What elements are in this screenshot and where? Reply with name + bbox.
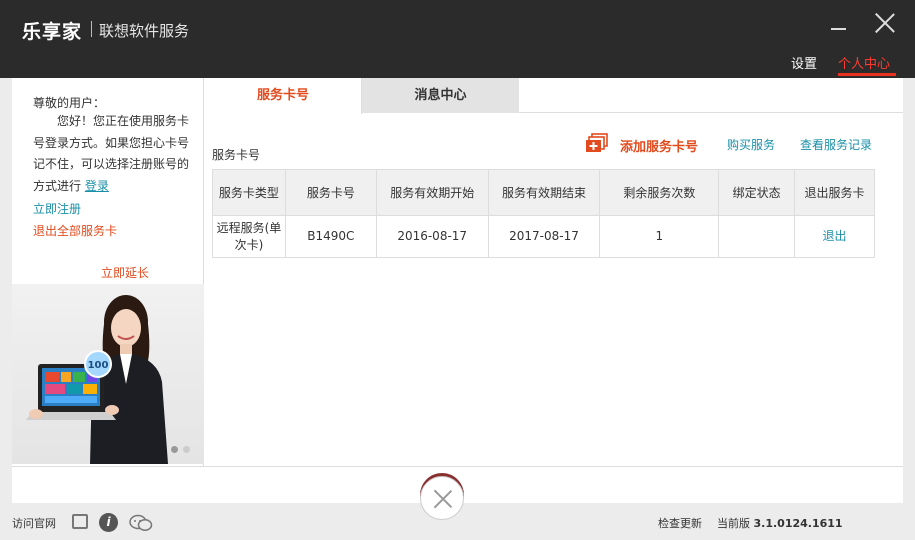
table-row: 远程服务(单次卡) B1490C 2016-08-17 2017-08-17 1… bbox=[212, 215, 875, 258]
buy-service-link[interactable]: 购买服务 bbox=[727, 136, 775, 153]
promo-badge-text: 100 bbox=[88, 360, 109, 371]
sidebar: 尊敬的用户： 您好！您正在使用服务卡号登录方式。如果您担心卡号记不住，可以选择注… bbox=[12, 78, 204, 466]
section-label: 服务卡号 bbox=[212, 148, 261, 162]
greeting-title: 尊敬的用户： bbox=[33, 96, 106, 110]
carousel-dot-2[interactable] bbox=[183, 446, 190, 453]
add-card-button[interactable]: 添加服务卡号 bbox=[620, 136, 698, 155]
greeting-text: 您好！您正在使用服务卡号登录方式。如果您担心卡号记不住，可以选择注册账号的方式进… bbox=[33, 111, 193, 197]
cell-valid-start: 2016-08-17 bbox=[375, 215, 489, 258]
cell-card-type: 远程服务(单次卡) bbox=[212, 215, 286, 258]
login-link[interactable]: 登录 bbox=[85, 179, 109, 193]
close-panel-icon[interactable] bbox=[420, 476, 464, 520]
table-header-row: 服务卡类型 服务卡号 服务有效期开始 服务有效期结束 剩余服务次数 绑定状态 退… bbox=[212, 169, 875, 216]
exit-card-link[interactable]: 退出 bbox=[794, 215, 875, 258]
col-remaining: 剩余服务次数 bbox=[599, 169, 720, 216]
cell-valid-end: 2017-08-17 bbox=[487, 215, 601, 258]
extend-now-link[interactable]: 立即延长 bbox=[101, 264, 149, 281]
visit-site-link[interactable]: 访问官网 bbox=[12, 515, 56, 531]
version-label: 当前版 bbox=[717, 517, 750, 530]
gift-icon[interactable] bbox=[72, 514, 88, 529]
info-icon[interactable]: i bbox=[99, 513, 118, 532]
col-bind-status: 绑定状态 bbox=[718, 169, 796, 216]
title-bar: 乐享家 联想软件服务 设置 个人中心 bbox=[0, 0, 915, 78]
wechat-icon[interactable] bbox=[129, 514, 153, 532]
check-update-link[interactable]: 检查更新 bbox=[658, 515, 702, 531]
minimize-icon[interactable] bbox=[831, 28, 846, 30]
add-card-icon[interactable] bbox=[585, 133, 609, 153]
col-card-type: 服务卡类型 bbox=[212, 169, 286, 216]
exit-all-cards-link[interactable]: 退出全部服务卡 bbox=[33, 222, 117, 239]
main-panel: 尊敬的用户： 您好！您正在使用服务卡号登录方式。如果您担心卡号记不住，可以选择注… bbox=[12, 78, 903, 503]
nav-personal-center[interactable]: 个人中心 bbox=[838, 53, 890, 72]
cell-card-number: B1490C bbox=[284, 215, 377, 258]
version-info: 当前版 3.1.0124.1611 bbox=[717, 515, 843, 531]
register-link[interactable]: 立即注册 bbox=[33, 200, 81, 217]
promo-banner[interactable]: 100 bbox=[12, 284, 204, 464]
promo-illustration: 100 bbox=[26, 295, 168, 464]
version-value: 3.1.0124.1611 bbox=[753, 517, 843, 530]
service-card-table: 服务卡类型 服务卡号 服务有效期开始 服务有效期结束 剩余服务次数 绑定状态 退… bbox=[212, 169, 875, 258]
tab-service-card[interactable]: 服务卡号 bbox=[205, 78, 362, 114]
app-subtitle: 联想软件服务 bbox=[99, 22, 190, 40]
nav-active-underline bbox=[838, 73, 896, 76]
panel-footer-divider bbox=[12, 466, 903, 467]
col-exit-card: 退出服务卡 bbox=[794, 169, 875, 216]
app-logo: 乐享家 bbox=[22, 21, 83, 43]
nav-settings[interactable]: 设置 bbox=[791, 53, 817, 72]
greeting-body: 您好！您正在使用服务卡号登录方式。如果您担心卡号记不住，可以选择注册账号的方式进… bbox=[33, 114, 190, 193]
col-card-number: 服务卡号 bbox=[284, 169, 377, 216]
close-window-icon[interactable] bbox=[872, 10, 898, 36]
cell-bind-status bbox=[718, 215, 796, 258]
cell-remaining: 1 bbox=[599, 215, 720, 258]
title-separator bbox=[91, 21, 92, 37]
col-valid-start: 服务有效期开始 bbox=[375, 169, 489, 216]
view-records-link[interactable]: 查看服务记录 bbox=[800, 136, 872, 153]
col-valid-end: 服务有效期结束 bbox=[487, 169, 601, 216]
carousel-dot-1[interactable] bbox=[171, 446, 178, 453]
tab-bar: 服务卡号 消息中心 bbox=[205, 78, 903, 114]
tab-message-center[interactable]: 消息中心 bbox=[362, 78, 519, 113]
